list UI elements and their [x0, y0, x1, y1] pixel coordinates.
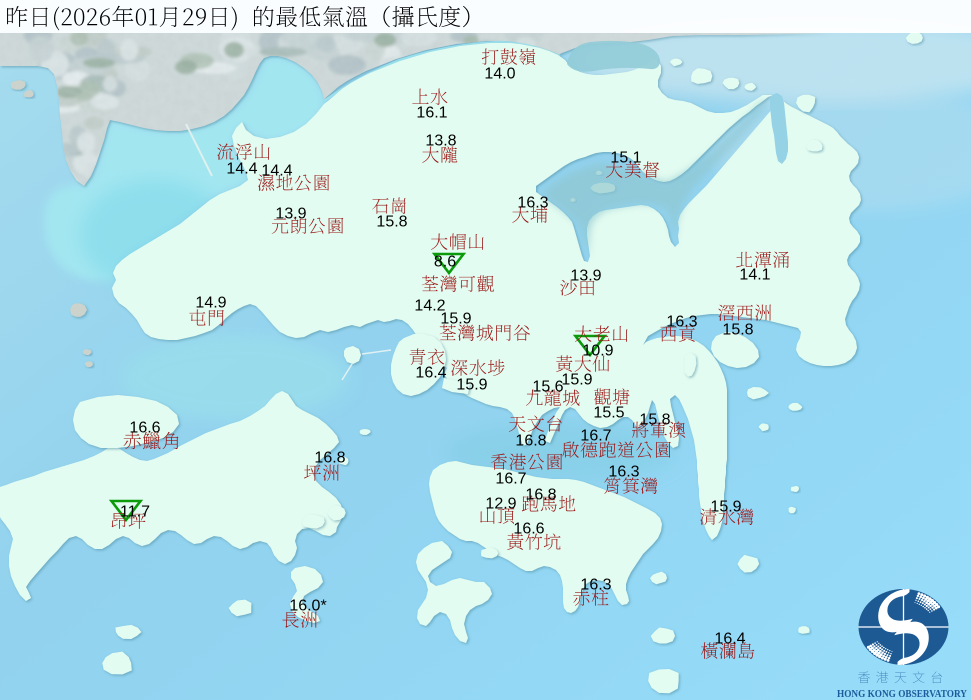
svg-text:15.9: 15.9	[710, 499, 741, 516]
svg-text:16.3: 16.3	[580, 577, 611, 594]
svg-text:16.6: 16.6	[513, 521, 544, 538]
svg-text:16.4: 16.4	[714, 631, 745, 648]
svg-text:16.3: 16.3	[666, 314, 697, 331]
svg-text:15.8: 15.8	[722, 322, 753, 339]
svg-text:13.8: 13.8	[425, 133, 456, 150]
svg-text:15.6: 15.6	[532, 379, 563, 396]
svg-text:10.9: 10.9	[582, 343, 613, 360]
svg-text:16.8: 16.8	[314, 450, 345, 467]
svg-text:16.8: 16.8	[515, 433, 546, 450]
svg-text:16.3: 16.3	[608, 464, 639, 481]
svg-text:15.5: 15.5	[593, 405, 624, 422]
svg-text:14.4: 14.4	[226, 161, 257, 178]
svg-text:15.9: 15.9	[561, 372, 592, 389]
svg-text:16.6: 16.6	[129, 420, 160, 437]
svg-text:14.4: 14.4	[261, 163, 292, 180]
svg-text:14.9: 14.9	[195, 295, 226, 312]
svg-text:15.8: 15.8	[376, 214, 407, 231]
svg-text:15.8: 15.8	[639, 412, 670, 429]
svg-text:15.1: 15.1	[610, 150, 641, 167]
svg-text:14.0: 14.0	[484, 66, 515, 83]
svg-text:15.9: 15.9	[440, 311, 471, 328]
svg-text:14.1: 14.1	[739, 267, 770, 284]
svg-text:16.8: 16.8	[525, 487, 556, 504]
svg-text:15.9: 15.9	[456, 377, 487, 394]
svg-text:16.7: 16.7	[580, 428, 611, 445]
svg-text:13.9: 13.9	[570, 268, 601, 285]
svg-text:8.6: 8.6	[434, 254, 456, 271]
svg-text:11.7: 11.7	[120, 504, 150, 521]
svg-text:16.0*: 16.0*	[289, 598, 326, 615]
svg-text:13.9: 13.9	[275, 206, 306, 223]
svg-text:16.7: 16.7	[495, 471, 526, 488]
svg-text:16.1: 16.1	[416, 105, 447, 122]
svg-text:16.3: 16.3	[517, 195, 548, 212]
svg-text:16.4: 16.4	[415, 365, 446, 382]
svg-text:12.9: 12.9	[485, 496, 516, 513]
svg-text:HONG KONG OBSERVATORY: HONG KONG OBSERVATORY	[837, 688, 967, 700]
